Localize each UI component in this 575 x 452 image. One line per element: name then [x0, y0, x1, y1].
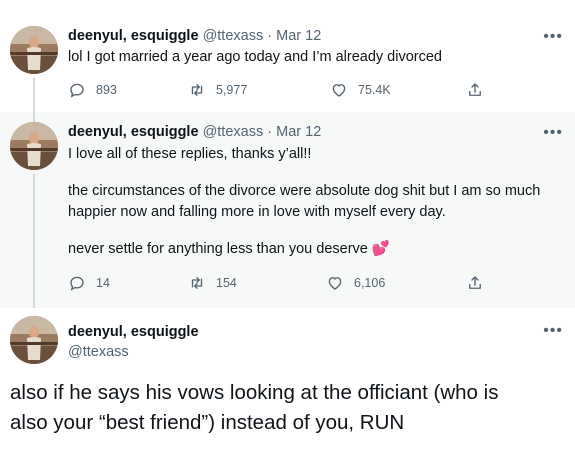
- like-count: 6,106: [354, 276, 386, 290]
- user-handle[interactable]: @ttexass: [203, 124, 264, 140]
- tweet-date[interactable]: Mar 12: [276, 124, 321, 140]
- display-name[interactable]: deenyul, esquiggle: [68, 124, 199, 140]
- separator-dot: ·: [267, 28, 273, 44]
- avatar-photo: [10, 26, 58, 74]
- avatar-photo: [10, 316, 58, 364]
- like-button[interactable]: 75.4K: [330, 81, 391, 99]
- tweet-date[interactable]: Mar 12: [276, 28, 321, 44]
- tweet-header: deenyul, esquiggle @ttexass · Mar 12: [68, 124, 321, 140]
- retweet-icon: [191, 84, 203, 96]
- share-icon: [469, 276, 481, 289]
- avatar-photo: [10, 122, 58, 170]
- tweet-text-line: the circumstances of the divorce were ab…: [68, 183, 541, 199]
- tweet-text: also if he says his vows looking at the …: [10, 378, 565, 438]
- reply-button[interactable]: 14: [68, 274, 110, 292]
- tweet-text: lol I got married a year ago today and I…: [68, 49, 442, 65]
- tweet-1[interactable]: deenyul, esquiggle @ttexass · Mar 12 •••…: [0, 0, 575, 112]
- like-button[interactable]: 6,106: [326, 274, 385, 292]
- tweet-actions: 14 154 6,106: [68, 274, 488, 294]
- heart-icon: [332, 84, 346, 97]
- tweet-text-line: also your “best friend”) instead of you,…: [10, 411, 405, 434]
- retweet-button[interactable]: 5,977: [188, 81, 247, 99]
- more-icon[interactable]: •••: [543, 323, 563, 339]
- reply-count: 14: [96, 276, 110, 290]
- more-icon[interactable]: •••: [543, 29, 563, 45]
- retweet-button[interactable]: 154: [188, 274, 237, 292]
- share-button[interactable]: [466, 81, 494, 99]
- tweet-2[interactable]: deenyul, esquiggle @ttexass · Mar 12 •••…: [0, 112, 575, 308]
- tweet-text-line: happier now and falling more in love wit…: [68, 204, 446, 220]
- retweet-count: 154: [216, 276, 237, 290]
- share-icon: [469, 83, 481, 96]
- two-hearts-emoji: 💕: [371, 241, 390, 257]
- thread-line: [33, 174, 35, 308]
- tweet-text-line: also if he says his vows looking at the …: [10, 381, 499, 404]
- tweet-3[interactable]: deenyul, esquiggle @ttexass ••• also if …: [0, 308, 575, 452]
- avatar[interactable]: [10, 122, 58, 170]
- display-name[interactable]: deenyul, esquiggle: [68, 28, 199, 44]
- tweet-text-content: never settle for anything less than you …: [68, 241, 368, 257]
- like-count: 75.4K: [358, 83, 391, 97]
- heart-icon: [328, 277, 342, 290]
- user-handle[interactable]: @ttexass: [203, 28, 264, 44]
- avatar[interactable]: [10, 316, 58, 364]
- retweet-icon: [191, 277, 203, 289]
- avatar[interactable]: [10, 26, 58, 74]
- reply-icon: [70, 83, 84, 98]
- separator-dot: ·: [267, 124, 273, 140]
- share-button[interactable]: [466, 274, 494, 292]
- more-icon[interactable]: •••: [543, 125, 563, 141]
- tweet-text-line: I love all of these replies, thanks y’al…: [68, 146, 312, 162]
- tweet-text-line: never settle for anything less than you …: [68, 240, 390, 259]
- tweet-header: deenyul, esquiggle @ttexass: [68, 322, 199, 362]
- reply-button[interactable]: 893: [68, 81, 117, 99]
- tweet-header: deenyul, esquiggle @ttexass · Mar 12: [68, 28, 321, 44]
- reply-count: 893: [96, 83, 117, 97]
- retweet-count: 5,977: [216, 83, 248, 97]
- tweet-actions: 893 5,977 75.4K: [68, 81, 488, 101]
- reply-icon: [70, 276, 84, 291]
- thread-line: [33, 78, 35, 112]
- user-handle[interactable]: @ttexass: [68, 342, 199, 362]
- display-name[interactable]: deenyul, esquiggle: [68, 322, 199, 342]
